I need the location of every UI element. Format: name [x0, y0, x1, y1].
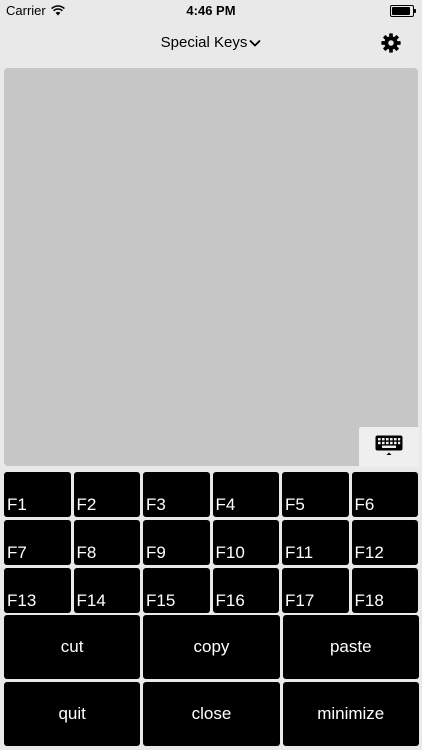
key-label: F11 — [285, 543, 314, 562]
chevron-down-icon — [249, 39, 261, 47]
key-label: F3 — [146, 495, 166, 514]
key-f9[interactable]: F9 — [143, 520, 210, 565]
key-f11[interactable]: F11 — [282, 520, 349, 565]
key-f18[interactable]: F18 — [351, 568, 418, 613]
key-label: F14 — [76, 591, 106, 610]
copy-button[interactable]: copy — [143, 615, 280, 679]
key-f2[interactable]: F2 — [73, 472, 140, 517]
key-label: F9 — [146, 543, 166, 562]
key-f12[interactable]: F12 — [351, 520, 418, 565]
key-label: F2 — [76, 495, 97, 514]
key-label: F13 — [7, 591, 37, 610]
key-f17[interactable]: F17 — [282, 568, 349, 613]
key-label: F8 — [76, 543, 97, 562]
gear-icon[interactable] — [380, 32, 402, 54]
key-f16[interactable]: F16 — [212, 568, 279, 613]
key-f5[interactable]: F5 — [282, 472, 349, 517]
key-label: F12 — [354, 543, 384, 562]
close-button[interactable]: close — [143, 682, 280, 746]
function-keys-grid: F1 F2 F3 F4 F5 F6 F7 F8 F9 F10 F11 F12 F13 F14 F15 F16 F… — [4, 472, 419, 613]
key-label: F16 — [215, 591, 245, 610]
key-f6[interactable]: F6 — [351, 472, 418, 517]
mode-selector[interactable]: Special Keys — [0, 34, 422, 51]
quit-button[interactable]: quit — [4, 682, 141, 746]
keyboard-icon — [375, 435, 403, 455]
key-f14[interactable]: F14 — [73, 568, 140, 613]
key-label: F6 — [354, 495, 375, 514]
key-f7[interactable]: F7 — [4, 520, 71, 565]
key-label: F4 — [215, 495, 236, 514]
key-f3[interactable]: F3 — [143, 472, 210, 517]
action-keys-grid: cut copy paste quit close minimize — [4, 615, 419, 746]
key-f1[interactable]: F1 — [4, 472, 71, 517]
trackpad-area[interactable] — [4, 68, 418, 466]
key-label: F1 — [7, 495, 27, 514]
key-label: F5 — [285, 495, 305, 514]
key-f15[interactable]: F15 — [143, 568, 210, 613]
key-label: F17 — [285, 591, 315, 610]
key-label: F10 — [215, 543, 245, 562]
key-f8[interactable]: F8 — [73, 520, 140, 565]
key-label: F15 — [146, 591, 176, 610]
battery-icon — [390, 5, 416, 17]
key-label: F18 — [354, 591, 384, 610]
cut-button[interactable]: cut — [4, 615, 141, 679]
status-time: 4:46 PM — [186, 3, 236, 18]
minimize-button[interactable]: minimize — [282, 682, 419, 746]
key-f10[interactable]: F10 — [212, 520, 279, 565]
key-f13[interactable]: F13 — [4, 568, 71, 613]
keyboard-toggle-button[interactable] — [359, 427, 419, 467]
nav-bar: Special Keys — [0, 22, 422, 66]
paste-button[interactable]: paste — [282, 615, 419, 679]
key-f4[interactable]: F4 — [212, 472, 279, 517]
page-title: Special Keys — [160, 34, 248, 51]
status-bar: Carrier 4:46 PM — [0, 0, 422, 22]
key-label: F7 — [7, 543, 27, 562]
